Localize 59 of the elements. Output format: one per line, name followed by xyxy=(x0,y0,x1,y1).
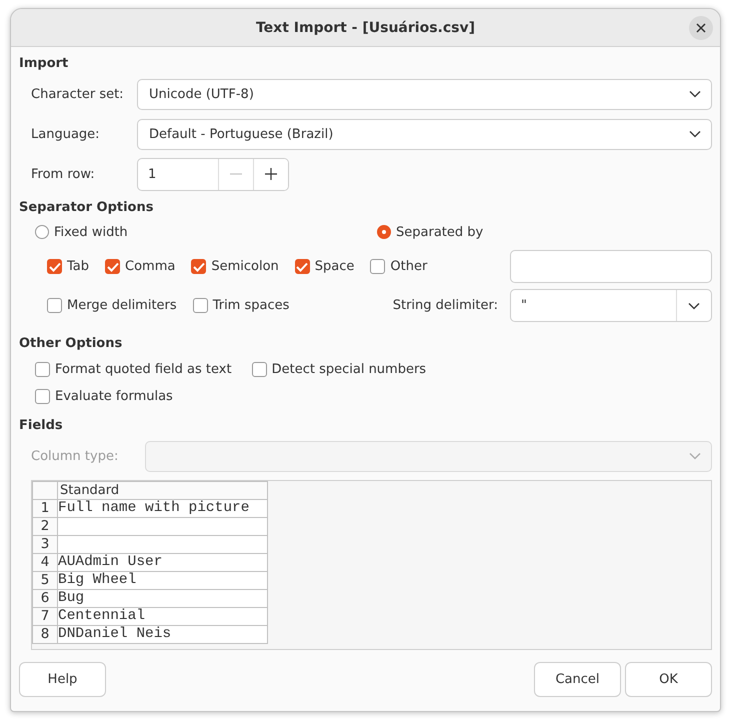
field-label: String delimiter: xyxy=(392,298,498,313)
row-header: 7 xyxy=(32,608,58,626)
section-heading: Separator Options xyxy=(19,199,154,217)
row-header: 4 xyxy=(32,554,58,572)
radio-option[interactable]: Separated by xyxy=(377,224,484,240)
other-separator-field[interactable] xyxy=(510,250,712,283)
checkmark-icon xyxy=(192,262,205,272)
checkmark-icon xyxy=(296,262,308,272)
checkbox-option[interactable]: Other xyxy=(370,259,428,274)
table-cell: AUAdmin User xyxy=(58,554,268,572)
chevron-down-icon xyxy=(689,452,701,460)
window-title: Text Import - [Usuários.csv] xyxy=(256,20,476,36)
row-header: 3 xyxy=(32,536,58,554)
row-header: 5 xyxy=(32,572,58,590)
checkbox-option[interactable]: Detect special numbers xyxy=(252,362,426,377)
chevron-down-icon xyxy=(689,130,701,138)
checkbox-option[interactable]: Space xyxy=(294,259,354,274)
spinner-value: 1 xyxy=(147,166,158,184)
field-label: Language: xyxy=(30,126,101,142)
increment-button[interactable] xyxy=(253,158,288,190)
column-header[interactable]: Standard xyxy=(58,482,268,500)
close-button[interactable] xyxy=(689,16,713,40)
field-label: Character set: xyxy=(30,86,125,102)
checkmark-icon xyxy=(48,262,60,272)
dialog-button[interactable]: OK xyxy=(625,662,712,697)
row-header: 6 xyxy=(32,590,58,608)
dialog-button[interactable]: Cancel xyxy=(534,662,621,697)
dropdown[interactable]: Default - Portuguese (Brazil) xyxy=(137,118,712,150)
chevron-down-icon xyxy=(688,302,700,310)
number-spinner[interactable]: 1 xyxy=(137,158,289,190)
checkmark-icon xyxy=(106,262,119,272)
table-cell: Big Wheel xyxy=(58,572,268,590)
row-header: 8 xyxy=(32,626,58,644)
string-delimiter-dropdown[interactable]: " xyxy=(510,289,712,322)
column-type-dropdown[interactable] xyxy=(145,440,712,472)
row-header: 1 xyxy=(32,500,58,518)
row-header: 2 xyxy=(32,518,58,536)
checkbox-option[interactable]: Evaluate formulas xyxy=(35,389,173,404)
table-cell: Centennial xyxy=(58,608,268,626)
checkbox-option[interactable]: Trim spaces xyxy=(192,298,290,313)
help-button[interactable]: Help xyxy=(19,662,106,697)
checkbox-option[interactable]: Semicolon xyxy=(191,259,279,274)
checkbox-option[interactable]: Comma xyxy=(105,259,176,274)
table-cell: Full name with picture xyxy=(58,500,268,518)
table-cell: DNDaniel Neis xyxy=(58,626,268,644)
field-label: Column type: xyxy=(30,448,120,464)
table-cell: Bug xyxy=(58,590,268,608)
plus-icon xyxy=(265,168,277,180)
chevron-down-icon xyxy=(689,90,701,98)
section-heading: Import xyxy=(19,55,70,73)
section-heading: Fields xyxy=(19,417,64,435)
field-label: From row: xyxy=(30,166,96,182)
checkbox-option[interactable]: Merge delimiters xyxy=(47,298,177,313)
section-heading: Other Options xyxy=(19,335,124,353)
checkbox-option[interactable]: Format quoted field as text xyxy=(35,362,232,377)
dropdown[interactable]: Unicode (UTF-8) xyxy=(137,78,712,110)
radio-option[interactable]: Fixed width xyxy=(35,224,377,240)
close-icon xyxy=(696,23,706,33)
checkbox-option[interactable]: Tab xyxy=(47,259,90,274)
